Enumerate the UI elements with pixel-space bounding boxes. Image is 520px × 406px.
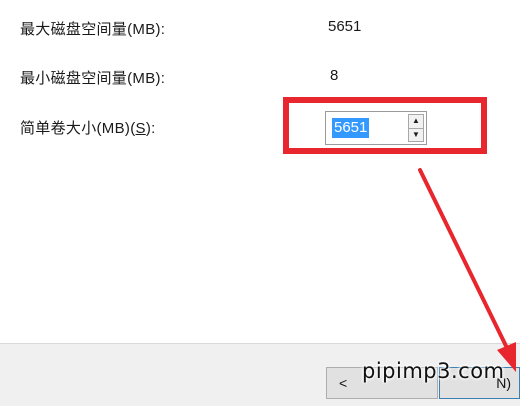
volume-size-label-accel: S <box>135 120 146 137</box>
volume-size-label: 简单卷大小(MB)(S): <box>20 117 156 138</box>
red-arrow-shaft <box>418 168 510 352</box>
max-disk-space-value: 5651 <box>328 18 362 35</box>
volume-size-label-suffix: ): <box>145 120 156 137</box>
max-disk-space-label: 最大磁盘空间量(MB): <box>20 21 166 38</box>
min-disk-space-value: 8 <box>330 67 339 84</box>
watermark-text: pipimp3.com <box>362 359 505 383</box>
back-button-label: < <box>339 375 348 391</box>
volume-size-label-prefix: 简单卷大小(MB)( <box>20 120 136 137</box>
min-disk-space-label: 最小磁盘空间量(MB): <box>20 70 166 87</box>
red-highlight-box <box>283 97 487 154</box>
